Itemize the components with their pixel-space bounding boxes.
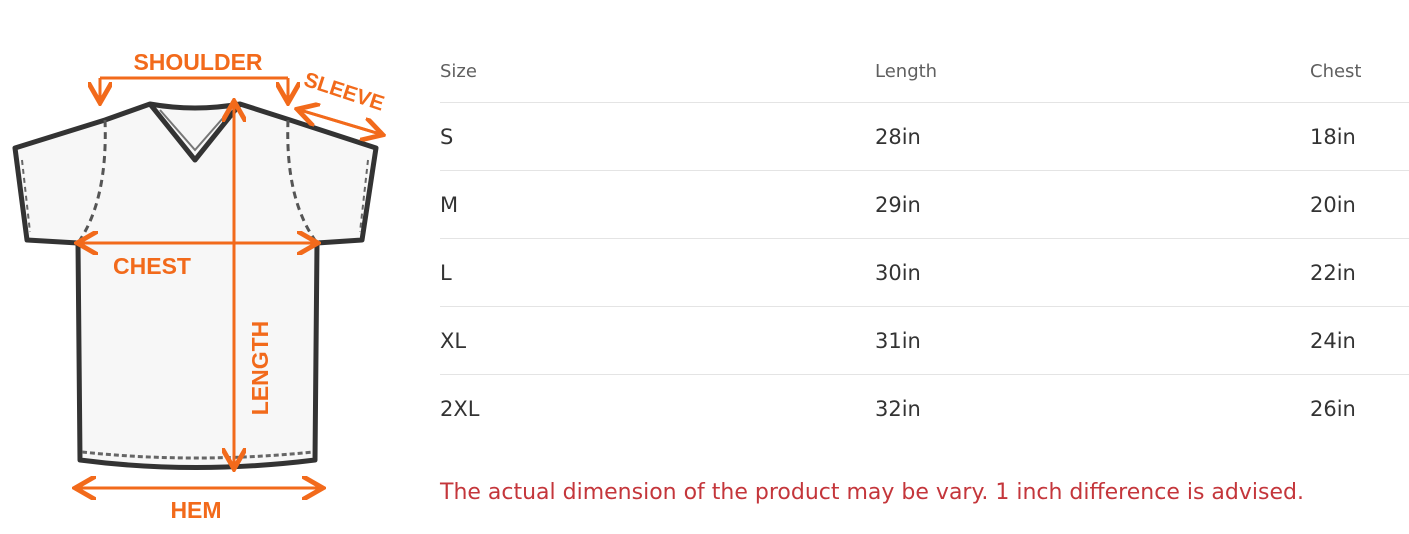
cell-size: XL (440, 306, 875, 375)
table-row: S 28in 18in (440, 102, 1409, 171)
table-row: 2XL 32in 26in (440, 375, 1409, 443)
cell-length: 28in (875, 102, 1310, 171)
cell-chest: 26in (1310, 396, 1356, 421)
cell-size: M (440, 170, 875, 239)
cell-chest: 24in (1310, 306, 1409, 375)
table-header-row: Size Length Chest (440, 40, 1409, 103)
tshirt-diagram: SHOULDER SLEEVE CHEST LENGTH HEM (12, 49, 420, 523)
chest-label: CHEST (113, 253, 191, 279)
cell-chest: 22in (1310, 238, 1409, 307)
header-size: Size (440, 40, 875, 103)
cell-size: S (440, 102, 875, 171)
header-length: Length (875, 40, 1310, 103)
table-row: L 30in 22in (440, 238, 1409, 307)
table-row: M 29in 20in (440, 170, 1409, 239)
cell-chest: 20in (1310, 170, 1409, 239)
cell-length: 31in (875, 306, 1310, 375)
cell-chest: 18in (1310, 102, 1409, 171)
cell-length: 30in (875, 238, 1310, 307)
length-label: LENGTH (247, 321, 273, 416)
cell-size: 2XL (440, 396, 480, 421)
cell-length: 29in (875, 170, 1310, 239)
header-chest: Chest (1310, 40, 1409, 103)
table-row: XL 31in 24in (440, 306, 1409, 375)
size-table: Size Length Chest S 28in 18in M 29in 20i… (440, 40, 1409, 442)
cell-length: 32in (875, 396, 921, 421)
size-disclaimer-note: The actual dimension of the product may … (440, 480, 1304, 505)
shoulder-measure (100, 76, 288, 100)
shoulder-label: SHOULDER (133, 49, 262, 75)
size-guide-diagram: SHOULDER SLEEVE CHEST LENGTH HEM (0, 0, 420, 534)
sleeve-label: SLEEVE (301, 68, 387, 115)
cell-size: L (440, 238, 875, 307)
hem-label: HEM (170, 497, 221, 523)
size-chart: Size Length Chest S 28in 18in M 29in 20i… (440, 40, 1409, 442)
